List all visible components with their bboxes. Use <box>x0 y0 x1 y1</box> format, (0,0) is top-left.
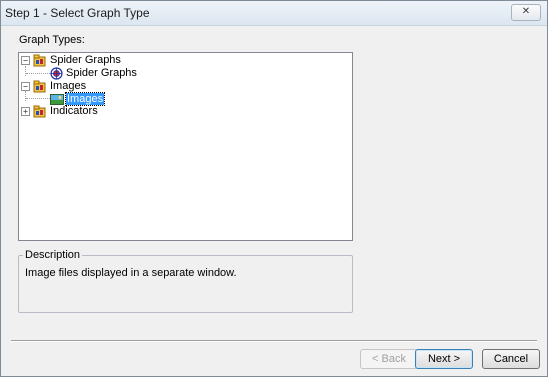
tree-node-label: Indicators <box>50 105 98 117</box>
tree-node-indicators[interactable]: + Indicators <box>19 105 219 118</box>
graph-types-label: Graph Types: <box>19 34 85 46</box>
wizard-dialog: Step 1 - Select Graph Type ✕ Graph Types… <box>0 0 548 377</box>
cancel-button[interactable]: Cancel <box>482 349 540 369</box>
collapse-toggle[interactable]: − <box>21 56 30 65</box>
folder-icon <box>33 80 46 93</box>
spider-graph-icon <box>50 67 63 80</box>
description-legend: Description <box>23 249 83 261</box>
tree-node-label-selected: Images <box>64 92 106 106</box>
graph-type-tree[interactable]: − Spider Graphs Spider Graphs − Images I… <box>18 52 353 241</box>
tree-connector <box>25 66 26 76</box>
window-title: Step 1 - Select Graph Type <box>5 6 150 20</box>
tree-node-label: Images <box>50 80 87 92</box>
close-icon: ✕ <box>521 6 531 17</box>
tree-node-images[interactable]: − Images <box>19 80 219 93</box>
tree-node-label: Spider Graphs <box>66 67 137 79</box>
tree-node-spider-graphs[interactable]: − Spider Graphs <box>19 54 219 67</box>
next-button[interactable]: Next > <box>415 349 473 369</box>
tree-node-label: Spider Graphs <box>50 54 121 66</box>
close-button[interactable]: ✕ <box>511 4 541 21</box>
folder-icon <box>33 105 46 118</box>
folder-icon <box>33 54 46 67</box>
back-button[interactable]: < Back <box>360 349 418 369</box>
description-group <box>18 255 353 313</box>
tree-connector <box>26 98 50 99</box>
button-separator <box>11 340 537 342</box>
tree-node-spider-graphs-child[interactable]: Spider Graphs <box>50 67 210 80</box>
tree-connector <box>26 73 50 74</box>
description-text: Image files displayed in a separate wind… <box>25 267 237 279</box>
expand-toggle[interactable]: + <box>21 107 30 116</box>
title-bar[interactable]: Step 1 - Select Graph Type ✕ <box>1 1 547 26</box>
collapse-toggle[interactable]: − <box>21 82 30 91</box>
